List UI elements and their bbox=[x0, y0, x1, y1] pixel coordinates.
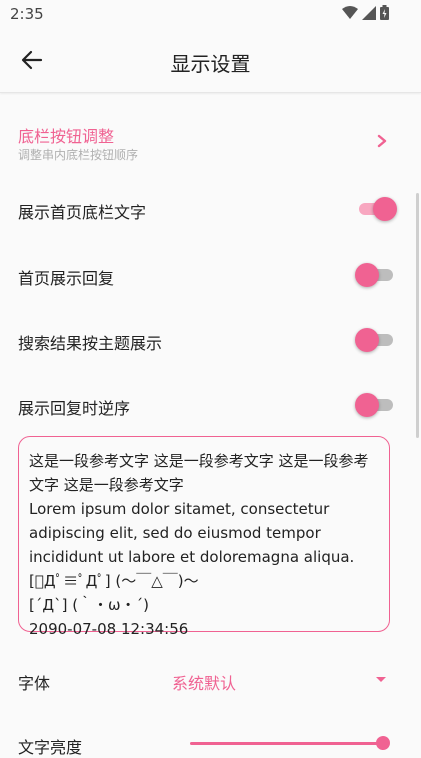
settings-list[interactable]: 底栏按钮调整 调整串内底栏按钮顺序 展示首页底栏文字 首页展示回复 搜索结果按主… bbox=[0, 93, 421, 748]
dropdown-arrow-icon bbox=[376, 677, 386, 682]
tab-adjust-title: 底栏按钮调整 bbox=[18, 127, 115, 146]
chevron-right-icon bbox=[377, 133, 387, 152]
show-tab-text-label: 展示首页底栏文字 bbox=[18, 203, 147, 222]
font-label: 字体 bbox=[18, 674, 51, 693]
home-show-reply-switch[interactable] bbox=[355, 261, 397, 287]
preview-kaomoji-1: [ﾟДﾟ≡ﾟДﾟ] (〜￣△￣)〜 bbox=[29, 572, 199, 590]
status-icons bbox=[342, 4, 389, 24]
wifi-icon bbox=[342, 5, 358, 24]
font-preview-box: 这是一段参考文字 这是一段参考文字 这是一段参考文字 这是一段参考文字 Lore… bbox=[18, 436, 390, 638]
font-dropdown-value: 系统默认 bbox=[172, 674, 237, 693]
preview-kaomoji-2: [´Д`] (｀・ω・´) bbox=[29, 596, 149, 614]
reverse-reply-item[interactable]: 展示回复时逆序 bbox=[0, 385, 421, 425]
show-tab-text-switch[interactable] bbox=[355, 195, 397, 221]
reverse-reply-switch[interactable] bbox=[355, 391, 397, 417]
brightness-slider[interactable] bbox=[190, 736, 390, 750]
home-show-reply-label: 首页展示回复 bbox=[18, 269, 115, 288]
search-by-topic-switch[interactable] bbox=[355, 326, 397, 352]
status-time: 2:35 bbox=[10, 5, 44, 23]
brightness-label: 文字亮度 bbox=[18, 738, 83, 757]
preview-chinese-text: 这是一段参考文字 这是一段参考文字 这是一段参考文字 这是一段参考文字 bbox=[29, 452, 369, 494]
show-tab-text-item[interactable]: 展示首页底栏文字 bbox=[0, 189, 421, 229]
font-dropdown[interactable]: 系统默认 bbox=[172, 668, 392, 693]
reverse-reply-label: 展示回复时逆序 bbox=[18, 399, 131, 418]
signal-icon bbox=[362, 5, 376, 24]
search-by-topic-item[interactable]: 搜索结果按主题展示 bbox=[0, 320, 421, 360]
app-bar: 显示设置 bbox=[0, 30, 421, 93]
page-title: 显示设置 bbox=[170, 52, 251, 76]
battery-icon bbox=[380, 4, 389, 24]
preview-timestamp: 2090-07-08 12:34:56 bbox=[29, 620, 189, 638]
tab-adjust-subtitle: 调整串内底栏按钮顺序 bbox=[18, 148, 139, 162]
tab-adjust-item[interactable]: 底栏按钮调整 调整串内底栏按钮顺序 bbox=[0, 113, 421, 169]
status-bar: 2:35 bbox=[0, 0, 421, 30]
brightness-slider-track bbox=[190, 742, 383, 745]
home-show-reply-item[interactable]: 首页展示回复 bbox=[0, 255, 421, 295]
search-by-topic-label: 搜索结果按主题展示 bbox=[18, 334, 163, 353]
preview-lorem-text: Lorem ipsum dolor sitamet, consectetur a… bbox=[29, 500, 355, 566]
